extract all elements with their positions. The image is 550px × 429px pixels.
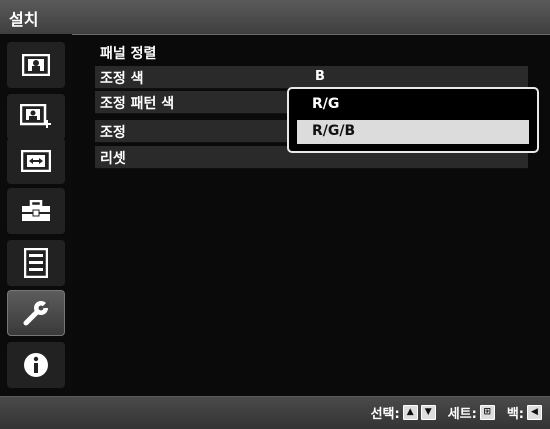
picture-icon [22, 54, 50, 76]
info-icon [24, 353, 48, 377]
select-hint-label: 선택: [370, 407, 400, 422]
window-title: 설치 [9, 10, 39, 29]
arrow-down-icon: ▼ [420, 405, 436, 420]
picture-add-icon [20, 104, 51, 128]
dropdown-option-rgb[interactable]: R/G/B [297, 120, 529, 144]
sidebar-item-toolbox[interactable] [7, 188, 65, 234]
checklist-icon [24, 248, 48, 278]
sidebar-item-picture-add[interactable] [7, 94, 65, 140]
sidebar-item-display[interactable] [7, 138, 65, 184]
enter-icon: ⊞ [479, 405, 495, 420]
sidebar-item-info[interactable] [7, 342, 65, 388]
arrow-up-icon: ▲ [402, 405, 418, 420]
row-label: 조정 [100, 125, 126, 141]
menu-row-adjust-color[interactable]: 조정 색 B [95, 66, 528, 89]
row-label: 조정 패턴 색 [100, 96, 175, 112]
row-label: 조정 색 [100, 71, 144, 87]
back-hint-label: 백: [506, 407, 524, 422]
wrench-icon [23, 300, 49, 326]
footer-bar: 선택: ▲ ▼ 세트: ⊞ 백: ◀ [0, 396, 550, 429]
dropdown-option-rg[interactable]: R/G [297, 93, 529, 117]
toolbox-icon [22, 200, 50, 221]
back-arrow-icon: ◀ [527, 405, 542, 420]
display-icon [21, 150, 51, 172]
sidebar-item-checklist[interactable] [7, 240, 65, 286]
key-hints: 선택: ▲ ▼ 세트: ⊞ 백: ◀ [371, 403, 542, 422]
sidebar [0, 34, 72, 394]
row-value: B [315, 69, 325, 84]
color-dropdown[interactable]: R/G R/G/B [287, 87, 539, 153]
sidebar-item-setup[interactable] [7, 290, 65, 336]
section-title: 패널 정렬 [100, 46, 157, 62]
sidebar-item-picture[interactable] [7, 42, 65, 88]
set-hint-label: 세트: [447, 407, 477, 422]
row-label: 리셋 [100, 151, 126, 167]
title-bar: 설치 [0, 0, 550, 35]
